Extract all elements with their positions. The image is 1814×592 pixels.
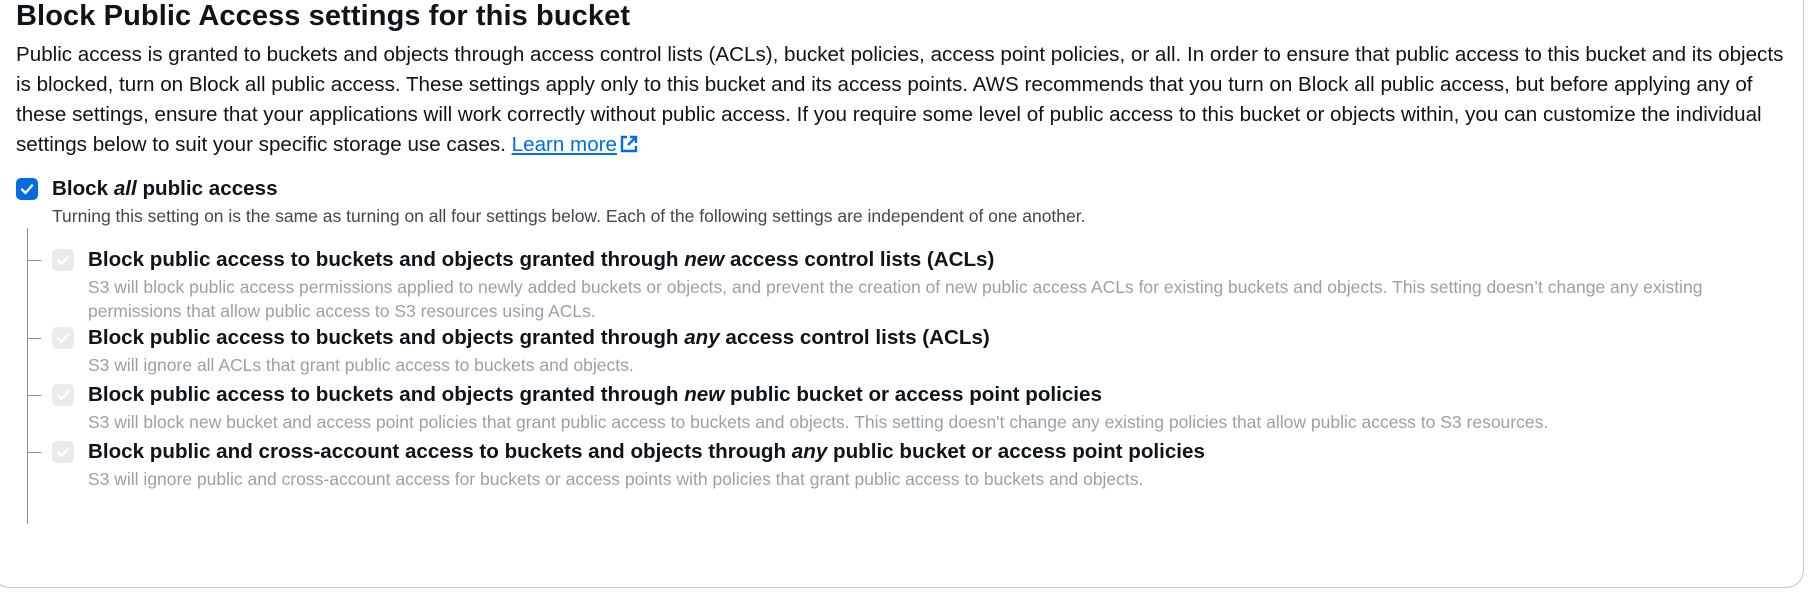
label-suffix: access control lists (ACLs) [719, 326, 990, 349]
setting-new-acls-label: Block public access to buckets and objec… [88, 247, 994, 273]
setting-any-policies-label: Block public and cross-account access to… [88, 439, 1205, 465]
setting-new-acls-checkbox [52, 249, 74, 271]
checkmark-icon [56, 390, 70, 401]
checkmark-icon [56, 447, 70, 458]
label-emphasis: new [684, 248, 725, 271]
block-all-public-access-checkbox[interactable] [16, 178, 38, 200]
section-title: Block Public Access settings for this bu… [16, 0, 631, 32]
block-all-public-access-label[interactable]: Block all public access [52, 176, 278, 202]
setting-any-policies-description: S3 will ignore public and cross-account … [88, 469, 1144, 489]
tree-branch-line [27, 395, 41, 396]
tree-branch-line [27, 338, 41, 339]
tree-connector-line [27, 228, 28, 524]
setting-new-policies-checkbox [52, 384, 74, 406]
label-prefix: Block public access to buckets and objec… [88, 248, 685, 271]
block-all-public-access-description: Turning this setting on is the same as t… [52, 206, 1086, 226]
setting-any-acls-checkbox [52, 327, 74, 349]
label-suffix: public bucket or access point policies [827, 440, 1205, 463]
section-description: Public access is granted to buckets and … [16, 40, 1786, 163]
label-emphasis: new [684, 383, 725, 406]
label-prefix: Block [52, 177, 114, 200]
block-public-access-panel: Block Public Access settings for this bu… [0, 0, 1804, 588]
setting-new-policies-description: S3 will block new bucket and access poin… [88, 412, 1549, 432]
checkmark-icon [56, 333, 70, 344]
label-suffix: public bucket or access point policies [724, 383, 1102, 406]
label-emphasis: all [113, 177, 137, 200]
tree-branch-line [27, 452, 41, 453]
setting-any-policies-checkbox [52, 441, 74, 463]
external-link-icon[interactable] [619, 133, 639, 163]
tree-branch-line [27, 260, 41, 261]
panel-content: Block Public Access settings for this bu… [16, 0, 1786, 524]
label-emphasis: any [684, 326, 720, 349]
label-prefix: Block public access to buckets and objec… [88, 326, 685, 349]
label-prefix: Block public and cross-account access to… [88, 440, 792, 463]
setting-any-acls-label: Block public access to buckets and objec… [88, 325, 990, 351]
setting-any-acls-description: S3 will ignore all ACLs that grant publi… [88, 355, 634, 375]
checkmark-icon [20, 184, 34, 195]
label-suffix: access control lists (ACLs) [724, 248, 995, 271]
label-prefix: Block public access to buckets and objec… [88, 383, 685, 406]
setting-new-policies-label: Block public access to buckets and objec… [88, 382, 1102, 408]
label-suffix: public access [136, 177, 278, 200]
setting-new-acls-description: S3 will block public access permissions … [88, 277, 1703, 321]
label-emphasis: any [791, 440, 828, 463]
learn-more-label: Learn more [511, 133, 617, 156]
section-description-text: Public access is granted to buckets and … [16, 43, 1784, 156]
learn-more-link[interactable]: Learn more [512, 133, 617, 156]
checkmark-icon [56, 255, 70, 266]
